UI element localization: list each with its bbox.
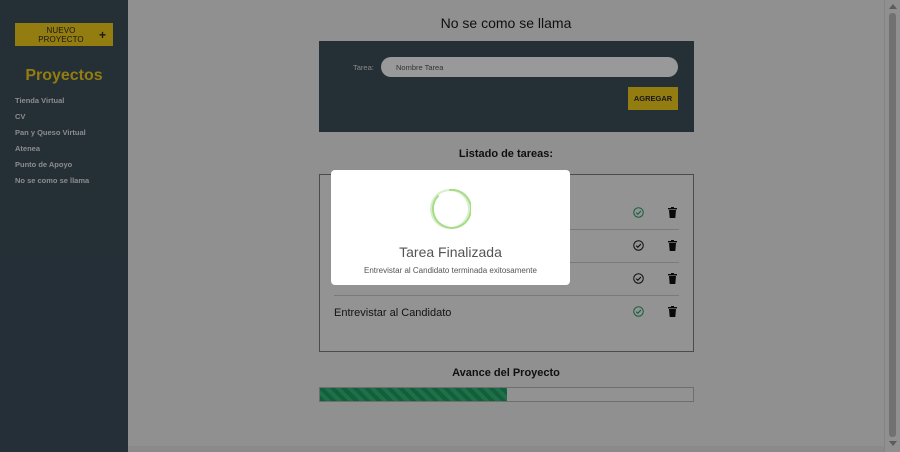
modal-overlay[interactable]: Tarea Finalizada Entrevistar al Candidat…	[0, 0, 900, 452]
success-modal: Tarea Finalizada Entrevistar al Candidat…	[331, 170, 570, 285]
modal-message: Entrevistar al Candidato terminada exito…	[364, 266, 537, 275]
modal-title: Tarea Finalizada	[399, 244, 502, 260]
loading-spinner-icon	[430, 188, 471, 229]
